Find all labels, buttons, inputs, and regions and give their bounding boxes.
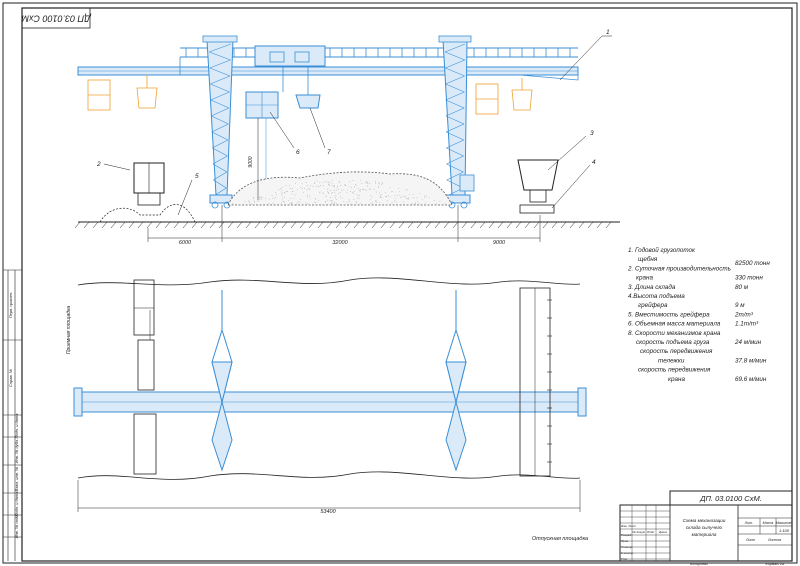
side-strip-label: Перв. примен. — [8, 292, 13, 319]
elevation-view: 9000 6000 32000 9000 1 2 3 4 5 6 7 — [74, 29, 620, 246]
tb-role: Разраб. — [621, 533, 632, 537]
small-pile — [99, 204, 196, 223]
tb-col-doc: № докум. — [632, 530, 645, 534]
format-label: Формат А1 — [765, 562, 785, 566]
callout-2: 2 — [96, 161, 101, 168]
grab-bucket — [295, 94, 321, 109]
crane-leg-left — [206, 39, 234, 196]
spec-item: крана — [668, 376, 685, 383]
tb-role: Пров. — [621, 539, 629, 543]
side-strip-label: Справ. № — [8, 368, 13, 387]
spec-item: 5. Вместимость грейфера — [628, 310, 710, 318]
spec-value: 69.6 м/мин — [735, 376, 767, 383]
sheets-label: Листов — [767, 538, 781, 542]
side-strip-label: Взам. инв. № — [14, 466, 19, 491]
plan-view: 53400 Приемная площадка Отпускная площад… — [66, 277, 588, 542]
col-scale: Масштаб — [776, 521, 794, 525]
operator-cab — [459, 174, 475, 192]
copied-label: Копировал — [690, 562, 708, 566]
sheet-label: Лист — [745, 538, 755, 542]
col-mass: Масса — [763, 521, 774, 525]
spec-item: 3. Длина склада — [628, 283, 676, 291]
side-strip-label: Подп. и дата — [14, 413, 19, 439]
engineering-drawing: ДП 03.0100 СхМ Перв. примен. Справ. № По… — [2, 2, 798, 566]
plan-boundary-bottom — [77, 471, 581, 480]
tb-col-date: Дата — [658, 530, 667, 534]
spec-item: 4.Высота подъема — [628, 292, 685, 300]
spec-value: 80 м — [735, 284, 749, 291]
spec-item: 1. Годовой грузопоток — [628, 246, 696, 254]
material-pile — [227, 171, 453, 206]
callout-3: 3 — [590, 130, 594, 137]
spec-value: 9 м — [735, 302, 745, 309]
spec-item: тележки — [658, 357, 685, 364]
callout-4: 4 — [592, 159, 596, 166]
shipping-area-label: Отпускная площадка — [532, 536, 588, 542]
spec-item: щебня — [638, 255, 658, 263]
specifications-list: 1. Годовой грузопотокщебня 82500 тонн 2. С… — [627, 246, 770, 383]
spec-item: 2. Суточная производительность — [627, 264, 731, 272]
receiving-area-label: Приемная площадка — [66, 306, 72, 354]
tb-role: Т.контр. — [621, 545, 633, 549]
tb-col-sign: Подп. — [647, 530, 655, 534]
spec-item: 6. Объемная масса материала — [628, 320, 721, 328]
dim-length: 53400 — [320, 509, 336, 515]
title-block: ДП. 03.0100 СхМ. Схема механизации склад… — [619, 490, 794, 566]
drawing-designation: ДП. 03.0100 СхМ. — [699, 494, 762, 503]
dim-left: 6000 — [179, 240, 192, 246]
spec-item: скорость подъема груза — [636, 338, 710, 346]
spec-value: 37.8 м/мин — [735, 357, 767, 364]
spec-item: 8. Скорости механизмов крана — [628, 330, 721, 337]
side-strip-label: Инв. № дубл. — [14, 439, 19, 464]
side-strip: Перв. примен. Справ. № Подп. и дата Инв.… — [3, 269, 22, 561]
bunker — [517, 159, 559, 191]
drawing-title-line1: Схема механизации — [683, 518, 726, 523]
spec-value: 24 м/мин — [734, 339, 762, 346]
drawing-title-line2: склада сыпучего — [686, 525, 723, 530]
tb-role: Изм. Лист — [621, 524, 636, 528]
callout-7: 7 — [327, 149, 331, 156]
side-strip-label: Подп. и дата — [14, 491, 19, 517]
plan-feeder — [133, 279, 155, 336]
tb-role: Утв. — [621, 557, 628, 561]
trolley — [254, 45, 326, 67]
spec-value: 2m/m³ — [734, 311, 754, 318]
callout-6: 6 — [296, 149, 300, 156]
dim-height: 9000 — [248, 156, 254, 167]
spec-value: 330 тонн — [735, 275, 763, 282]
spec-value: 82500 тонн — [735, 260, 770, 267]
callout-1: 1 — [606, 29, 610, 36]
scale-value: 1:100 — [779, 528, 790, 533]
plan-boundary-top — [77, 277, 581, 286]
spec-item: грейфера — [638, 301, 668, 309]
rotated-stamp: ДП 03.0100 СхМ — [21, 14, 91, 24]
spec-value: 1.1m/m³ — [735, 321, 759, 328]
callout-5: 5 — [195, 173, 199, 180]
col-lit: Лит. — [744, 521, 753, 525]
spec-item: скорость передвижения — [638, 366, 711, 374]
drawing-title-line3: материала — [692, 532, 717, 537]
dim-right: 9000 — [493, 240, 506, 246]
spec-item: скорость передвижения — [640, 347, 713, 355]
crane-bogie-left — [209, 194, 233, 204]
spec-item: крана — [636, 275, 653, 282]
tb-role: Н.контр. — [621, 551, 634, 555]
side-strip-label: Инв. № подл. — [14, 514, 19, 539]
dim-middle: 32000 — [332, 240, 348, 246]
conveyor — [519, 204, 555, 214]
